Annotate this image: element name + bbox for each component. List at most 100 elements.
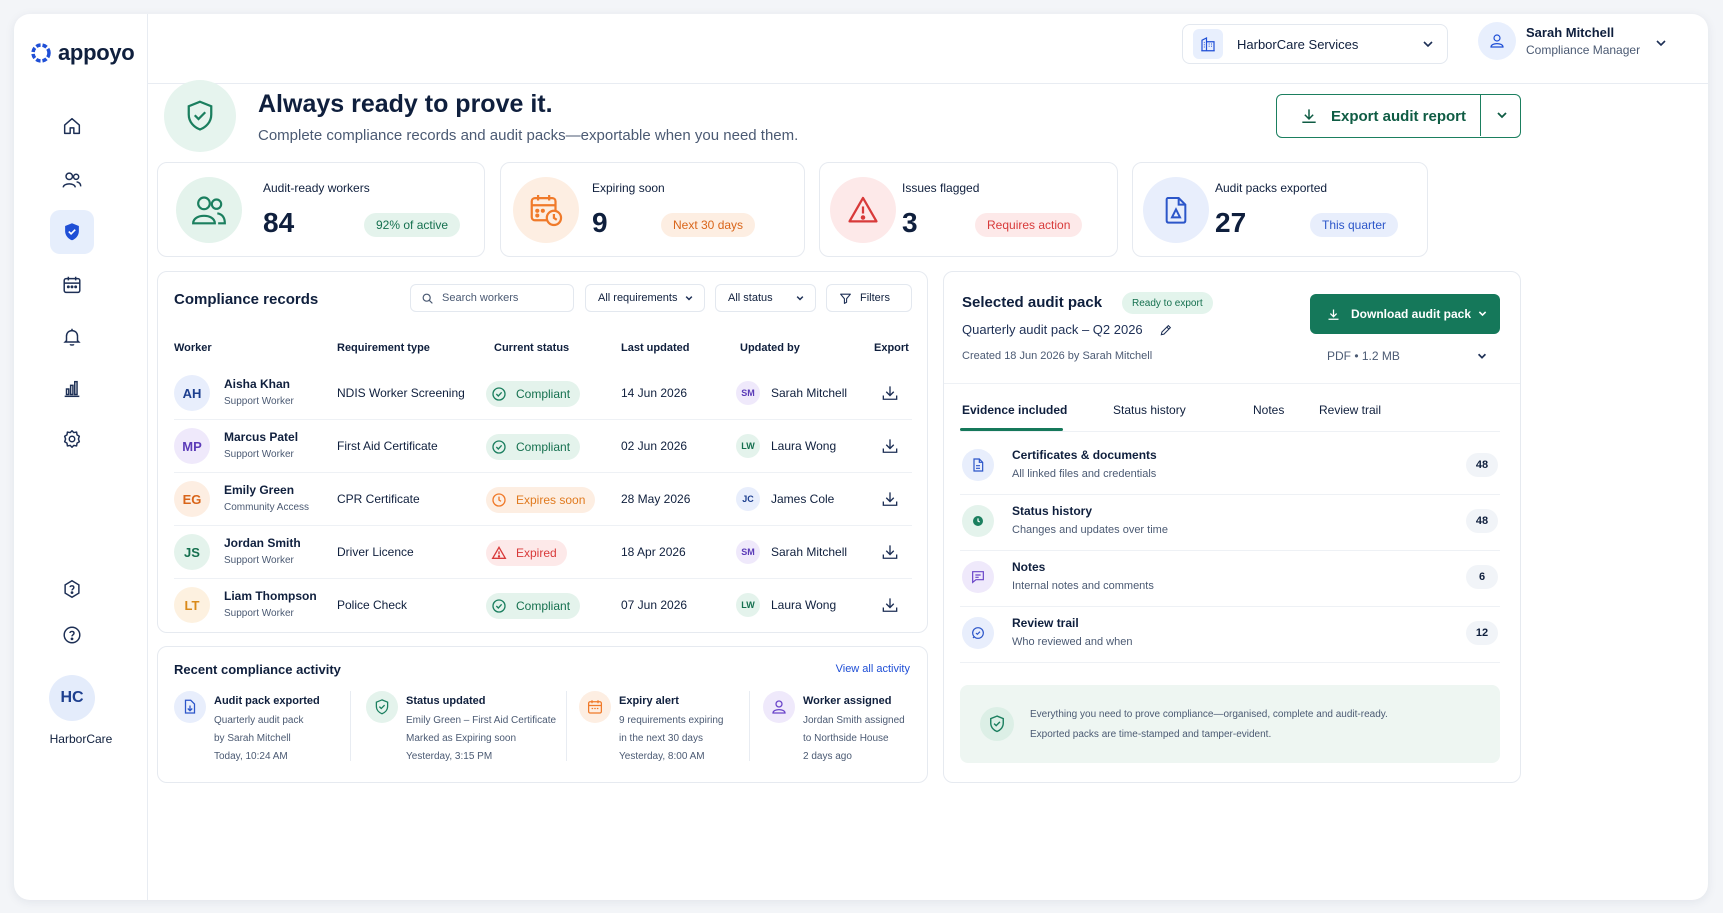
worker-avatar: JS [174, 534, 210, 570]
edit-pencil-icon[interactable] [1159, 323, 1173, 337]
requirement-type: Police Check [337, 598, 408, 612]
logo-text: appoyo [58, 40, 135, 65]
filters-button[interactable]: Filters [826, 284, 912, 312]
shield-check-icon [366, 691, 398, 723]
column-header: Export [874, 342, 909, 354]
org-selector[interactable]: HarborCare Services [1182, 24, 1448, 64]
card-title: Recent compliance activity [174, 662, 341, 677]
nav-reports[interactable] [50, 367, 94, 411]
download-icon [1302, 109, 1316, 123]
updater-avatar: SM [736, 381, 760, 405]
nav-help-settings[interactable] [50, 567, 94, 611]
worker-name[interactable]: Aisha Khan [224, 377, 290, 391]
info-line: Everything you need to prove compliance—… [1030, 709, 1388, 720]
status-filter-label: All status [728, 292, 773, 304]
status-badge: Compliant [486, 434, 581, 460]
evidence-item[interactable]: Certificates & documents All linked file… [960, 439, 1500, 495]
chevron-down-icon [685, 296, 693, 301]
user-name: Sarah Mitchell [1526, 25, 1615, 40]
chevron-down-icon [1423, 41, 1433, 48]
tab-status-history[interactable]: Status history [1113, 403, 1186, 417]
stat-pill: Requires action [975, 213, 1083, 237]
tab-evidence-included[interactable]: Evidence included [962, 403, 1067, 417]
evidence-subtitle: All linked files and credentials [1012, 468, 1157, 480]
table-row[interactable]: LT Liam Thompson Support Worker Police C… [174, 579, 912, 632]
column-header: Worker [174, 342, 212, 354]
stat-value: 27 [1215, 207, 1247, 238]
worker-role: Support Worker [224, 449, 294, 460]
last-updated: 28 May 2026 [621, 492, 691, 506]
download-icon[interactable] [880, 542, 900, 562]
logo[interactable]: appoyo [30, 40, 135, 66]
tab-review-trail[interactable]: Review trail [1319, 403, 1381, 417]
page-title: Always ready to prove it. [258, 90, 553, 118]
nav-help[interactable] [50, 613, 94, 657]
divider [350, 691, 351, 761]
search-input[interactable]: Search workers [410, 284, 574, 312]
stat-expiring-soon: Expiring soon 9 Next 30 days [500, 162, 805, 257]
worker-name[interactable]: Emily Green [224, 483, 294, 497]
divider [566, 691, 567, 761]
requirement-type: NDIS Worker Screening [337, 386, 465, 400]
requirements-filter[interactable]: All requirements [585, 284, 705, 312]
download-icon[interactable] [880, 595, 900, 615]
nav-workers[interactable] [50, 158, 94, 202]
export-chevron-down-icon[interactable] [1495, 108, 1509, 122]
user-chevron-down-icon[interactable] [1654, 36, 1668, 50]
nav-home[interactable] [50, 104, 94, 148]
activity-line: 2 days ago [803, 751, 852, 762]
worker-avatar: LT [174, 587, 210, 623]
stat-pill: 92% of active [364, 213, 461, 237]
worker-role: Support Worker [224, 608, 294, 619]
status-filter[interactable]: All status [715, 284, 816, 312]
tab-notes[interactable]: Notes [1253, 403, 1284, 417]
worker-name[interactable]: Jordan Smith [224, 536, 301, 550]
table-row[interactable]: EG Emily Green Community Access CPR Cert… [174, 473, 912, 526]
worker-name[interactable]: Marcus Patel [224, 430, 298, 444]
table-row[interactable]: JS Jordan Smith Support Worker Driver Li… [174, 526, 912, 579]
download-icon[interactable] [880, 436, 900, 456]
evidence-item[interactable]: Status history Changes and updates over … [960, 495, 1500, 551]
download-audit-pack-button[interactable]: Download audit pack [1310, 294, 1500, 334]
export-audit-report-button[interactable]: Export audit report [1276, 94, 1521, 138]
view-all-activity-link[interactable]: View all activity [836, 663, 910, 675]
nav-settings[interactable] [50, 417, 94, 461]
status-label: Expires soon [516, 493, 586, 507]
download-icon[interactable] [880, 489, 900, 509]
users-icon [62, 172, 82, 188]
file-info-chevron-down-icon[interactable] [1476, 350, 1488, 362]
worker-name[interactable]: Liam Thompson [224, 589, 317, 603]
nav-notifications[interactable] [50, 315, 94, 359]
download-icon[interactable] [880, 383, 900, 403]
status-label: Compliant [516, 440, 571, 454]
worker-avatar: EG [174, 481, 210, 517]
note-icon [962, 561, 994, 593]
evidence-item[interactable]: Review trail Who reviewed and when 12 [960, 607, 1500, 663]
bell-icon [63, 328, 81, 346]
download-audit-pack-label: Download audit pack [1351, 307, 1472, 321]
stat-issues-flagged: Issues flagged 3 Requires action [819, 162, 1118, 257]
stat-label: Audit packs exported [1215, 181, 1328, 195]
nav-calendar[interactable] [50, 263, 94, 307]
table-row[interactable]: AH Aisha Khan Support Worker NDIS Worker… [174, 367, 912, 420]
evidence-item[interactable]: Notes Internal notes and comments 6 [960, 551, 1500, 607]
history-icon [962, 505, 994, 537]
org-avatar[interactable]: HC [49, 675, 95, 721]
table-row[interactable]: MP Marcus Patel Support Worker First Aid… [174, 420, 912, 473]
user-menu[interactable]: Sarah Mitchell Compliance Manager [1478, 22, 1640, 60]
ready-badge: Ready to export [1122, 292, 1213, 314]
check-circle-icon [490, 597, 508, 615]
stat-audit-packs-exported: Audit packs exported 27 This quarter [1132, 162, 1428, 257]
building-icon [1193, 29, 1223, 59]
search-icon [422, 293, 433, 304]
check-circle-icon [490, 438, 508, 456]
evidence-subtitle: Changes and updates over time [1012, 524, 1168, 536]
divider [960, 431, 1500, 432]
updater-avatar: JC [736, 487, 760, 511]
info-line: Exported packs are time-stamped and tamp… [1030, 729, 1272, 740]
requirement-type: First Aid Certificate [337, 439, 438, 453]
status-badge: Expired [486, 540, 567, 566]
last-updated: 14 Jun 2026 [621, 386, 688, 400]
nav-compliance[interactable] [50, 210, 94, 254]
search-placeholder: Search workers [442, 292, 519, 304]
